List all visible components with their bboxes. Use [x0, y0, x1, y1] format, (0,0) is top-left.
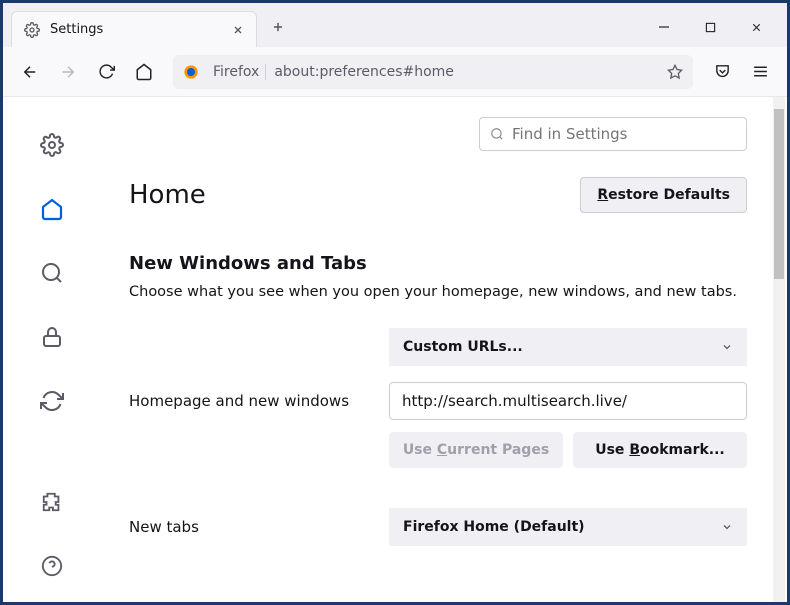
firefox-icon	[183, 64, 199, 80]
chevron-down-icon	[721, 341, 733, 353]
reload-button[interactable]	[89, 55, 123, 89]
homepage-url-input[interactable]	[389, 382, 747, 420]
content-area: Home Restore Defaults New Windows and Ta…	[3, 97, 787, 602]
menu-button[interactable]	[743, 55, 777, 89]
close-icon[interactable]	[232, 24, 244, 36]
new-tab-button[interactable]	[265, 14, 291, 40]
sidebar-item-privacy[interactable]	[32, 317, 72, 357]
settings-main: Home Restore Defaults New Windows and Ta…	[101, 97, 787, 602]
chevron-down-icon	[721, 521, 733, 533]
sidebar-item-help[interactable]	[32, 546, 72, 586]
sidebar-item-sync[interactable]	[32, 381, 72, 421]
forward-button	[51, 55, 85, 89]
bookmark-star-icon[interactable]	[667, 64, 683, 80]
sidebar-item-extensions[interactable]	[32, 482, 72, 522]
pocket-button[interactable]	[705, 55, 739, 89]
search-settings-box[interactable]	[479, 117, 747, 151]
home-button[interactable]	[127, 55, 161, 89]
use-bookmark-button[interactable]: Use Bookmark...	[573, 432, 747, 468]
sidebar-item-general[interactable]	[32, 125, 72, 165]
back-button[interactable]	[13, 55, 47, 89]
section-heading: New Windows and Tabs	[129, 253, 747, 274]
url-label: Firefox	[207, 64, 266, 80]
use-current-pages-button: Use Current Pages	[389, 432, 563, 468]
dropdown-label: Firefox Home (Default)	[403, 519, 585, 535]
homepage-label: Homepage and new windows	[129, 392, 389, 410]
settings-sidebar	[3, 97, 101, 602]
newtabs-label: New tabs	[129, 518, 389, 536]
newtabs-dropdown[interactable]: Firefox Home (Default)	[389, 508, 747, 546]
minimize-button[interactable]	[641, 11, 687, 43]
url-address: about:preferences#home	[274, 64, 659, 80]
window-controls	[641, 11, 779, 43]
homepage-mode-dropdown[interactable]: Custom URLs...	[389, 328, 747, 366]
close-window-button[interactable]	[733, 11, 779, 43]
tab-title: Settings	[50, 22, 222, 37]
page-title: Home	[129, 180, 580, 210]
sidebar-item-home[interactable]	[32, 189, 72, 229]
maximize-button[interactable]	[687, 11, 733, 43]
gear-icon	[24, 22, 40, 38]
scrollbar[interactable]	[773, 97, 785, 602]
dropdown-label: Custom URLs...	[403, 339, 523, 355]
section-description: Choose what you see when you open your h…	[129, 284, 747, 300]
search-settings-input[interactable]	[512, 125, 736, 143]
tab-bar: Settings	[3, 3, 787, 47]
url-bar[interactable]: Firefox about:preferences#home	[173, 55, 693, 89]
scrollbar-thumb[interactable]	[774, 109, 784, 279]
search-icon	[490, 127, 504, 141]
sidebar-item-search[interactable]	[32, 253, 72, 293]
toolbar: Firefox about:preferences#home	[3, 47, 787, 97]
browser-tab[interactable]: Settings	[11, 11, 257, 47]
restore-defaults-button[interactable]: Restore Defaults	[580, 177, 747, 213]
